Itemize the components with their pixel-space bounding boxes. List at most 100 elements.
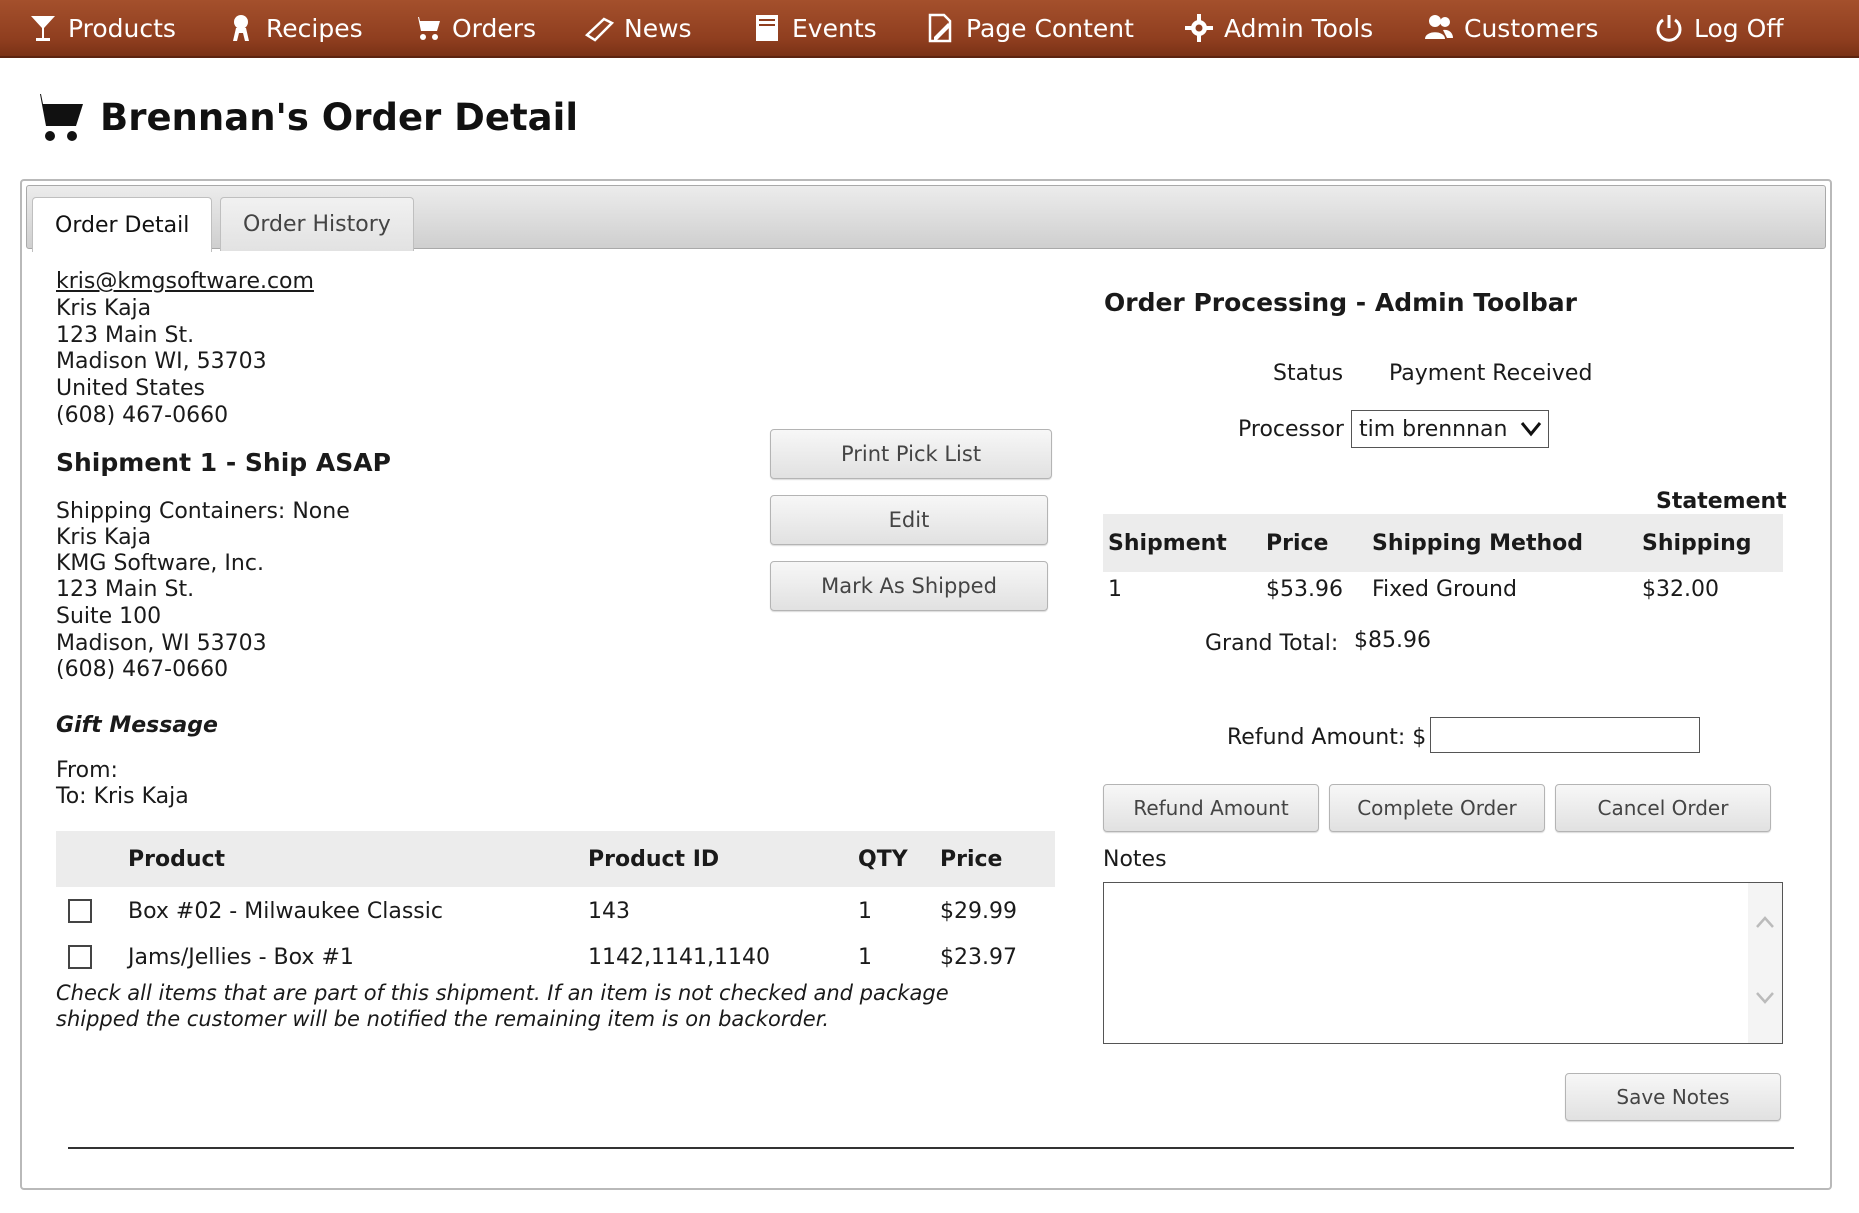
nav-news[interactable]: News xyxy=(584,0,692,56)
page-title: Brennan's Order Detail xyxy=(100,95,579,139)
col-product-id: Product ID xyxy=(588,847,720,872)
nav-customers-label: Customers xyxy=(1464,13,1599,43)
nav-page-content-label: Page Content xyxy=(966,13,1134,43)
ship-row-shipping: $32.00 xyxy=(1642,577,1719,602)
status-value: Payment Received xyxy=(1389,361,1593,386)
cart-icon xyxy=(413,17,440,40)
item-checkbox[interactable] xyxy=(68,899,92,923)
gift-from: From: xyxy=(56,758,118,783)
divider xyxy=(68,1147,1794,1149)
row-product: Box #02 - Milwaukee Classic xyxy=(128,899,443,924)
row-qty: 1 xyxy=(858,945,872,970)
shipment-suite: Suite 100 xyxy=(56,604,162,629)
ship-row-shipment: 1 xyxy=(1108,577,1122,602)
col-shipment: Shipment xyxy=(1108,531,1227,556)
ship-row-price: $53.96 xyxy=(1266,577,1343,602)
nav-customers[interactable]: Customers xyxy=(1424,0,1598,56)
cancel-order-button[interactable]: Cancel Order xyxy=(1555,784,1771,832)
chevron-down-icon xyxy=(1520,422,1542,437)
scroll-up-icon[interactable] xyxy=(1755,915,1775,929)
shipment-containers: Shipping Containers: None xyxy=(56,499,350,524)
gear-icon xyxy=(1185,14,1213,42)
col-shipping-method: Shipping Method xyxy=(1372,531,1584,556)
mark-as-shipped-button[interactable]: Mark As Shipped xyxy=(770,561,1048,611)
grand-total-value: $85.96 xyxy=(1354,628,1431,653)
nav-admin-tools[interactable]: Admin Tools xyxy=(1184,0,1373,56)
processor-label: Processor xyxy=(1238,417,1344,442)
nav-recipes-label: Recipes xyxy=(266,13,363,43)
nav-orders[interactable]: Orders xyxy=(412,0,536,56)
print-pick-list-button[interactable]: Print Pick List xyxy=(770,429,1052,479)
refund-amount-button[interactable]: Refund Amount xyxy=(1103,784,1319,832)
row-product-id: 143 xyxy=(588,899,630,924)
shipment-heading: Shipment 1 - Ship ASAP xyxy=(56,448,391,477)
martini-glass-icon xyxy=(31,16,55,41)
shipment-city: Madison, WI 53703 xyxy=(56,631,267,656)
chef-icon xyxy=(233,15,249,41)
gift-message-heading: Gift Message xyxy=(56,713,218,738)
shipment-phone: (608) 467-0660 xyxy=(56,657,229,682)
admin-toolbar-heading: Order Processing - Admin Toolbar xyxy=(1104,288,1577,317)
tab-order-history[interactable]: Order History xyxy=(220,197,414,251)
customer-city: Madison WI, 53703 xyxy=(56,349,267,374)
nav-log-off[interactable]: Log Off xyxy=(1654,0,1784,56)
nav-news-label: News xyxy=(624,13,692,43)
cart-icon xyxy=(30,94,83,141)
col-price: Price xyxy=(940,847,1003,872)
row-price: $29.99 xyxy=(940,899,1017,924)
customer-name: Kris Kaja xyxy=(56,296,152,321)
nav-events[interactable]: Events xyxy=(752,0,877,56)
col-shipping: Shipping xyxy=(1642,531,1752,556)
row-price: $23.97 xyxy=(940,945,1017,970)
tab-order-detail[interactable]: Order Detail xyxy=(32,197,213,252)
nav-events-label: Events xyxy=(792,13,877,43)
tab-bar: Order Detail Order History xyxy=(26,185,1826,252)
shipment-note-line-2: shipped the customer will be notified th… xyxy=(56,1007,830,1031)
shipment-company: KMG Software, Inc. xyxy=(56,551,264,576)
gift-to: To: Kris Kaja xyxy=(56,784,189,809)
page-header: Brennan's Order Detail xyxy=(28,88,578,146)
top-nav: Products Recipes Orders News Events Page… xyxy=(0,0,1859,58)
nav-orders-label: Orders xyxy=(452,13,537,43)
newspaper-icon xyxy=(584,17,614,42)
notes-label: Notes xyxy=(1103,847,1167,872)
col-qty: QTY xyxy=(858,847,908,872)
scroll-down-icon[interactable] xyxy=(1755,991,1775,1005)
status-label: Status xyxy=(1273,361,1344,386)
tab-order-history-label: Order History xyxy=(243,212,391,237)
nav-page-content[interactable]: Page Content xyxy=(926,0,1134,56)
grand-total-label: Grand Total: xyxy=(1205,631,1339,656)
row-product: Jams/Jellies - Box #1 xyxy=(128,945,354,970)
shipment-street: 123 Main St. xyxy=(56,577,195,602)
processor-selected-value: tim brennnan xyxy=(1359,416,1508,442)
customer-phone: (608) 467-0660 xyxy=(56,403,229,428)
customers-icon xyxy=(1425,15,1453,39)
notes-scrollbar[interactable] xyxy=(1748,883,1782,1043)
ship-row-method: Fixed Ground xyxy=(1372,577,1517,602)
shipment-note-line-1: Check all items that are part of this sh… xyxy=(56,981,949,1005)
power-icon xyxy=(1656,15,1682,42)
col-product: Product xyxy=(128,847,226,872)
notes-textarea[interactable] xyxy=(1103,882,1783,1044)
nav-recipes[interactable]: Recipes xyxy=(226,0,363,56)
calendar-icon xyxy=(756,15,778,41)
row-qty: 1 xyxy=(858,899,872,924)
customer-street: 123 Main St. xyxy=(56,323,195,348)
shipment-name: Kris Kaja xyxy=(56,525,152,550)
refund-amount-input[interactable] xyxy=(1430,717,1700,753)
nav-admin-tools-label: Admin Tools xyxy=(1224,13,1374,43)
nav-products[interactable]: Products xyxy=(28,0,176,56)
customer-email-link[interactable]: kris@kmgsoftware.com xyxy=(56,268,314,295)
save-notes-button[interactable]: Save Notes xyxy=(1565,1073,1781,1121)
refund-amount-label: Refund Amount: $ xyxy=(1227,725,1427,750)
nav-log-off-label: Log Off xyxy=(1694,13,1784,43)
col-ship-price: Price xyxy=(1266,531,1329,556)
item-checkbox[interactable] xyxy=(68,945,92,969)
row-product-id: 1142,1141,1140 xyxy=(588,945,770,970)
statement-label: Statement xyxy=(1656,489,1787,514)
edit-button[interactable]: Edit xyxy=(770,495,1048,545)
tab-order-detail-label: Order Detail xyxy=(55,212,190,238)
complete-order-button[interactable]: Complete Order xyxy=(1329,784,1545,832)
nav-products-label: Products xyxy=(68,13,176,43)
processor-select[interactable]: tim brennnan xyxy=(1351,410,1549,448)
